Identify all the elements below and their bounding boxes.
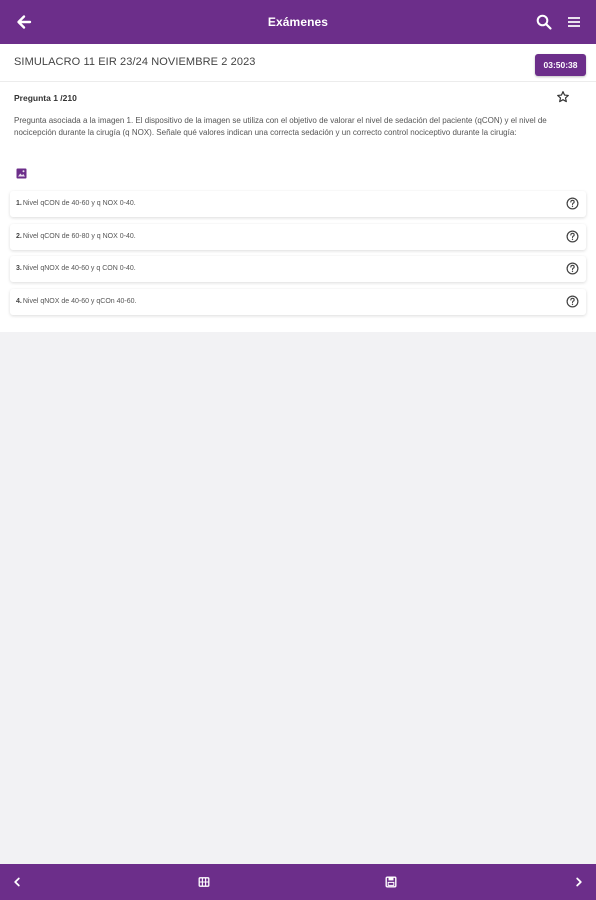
- answer-option-2[interactable]: 2.Nivel qCON de 60-80 y q NOX 0-40.: [10, 224, 586, 250]
- answer-option-4[interactable]: 4.Nivel qNOX de 40-60 y qCOn 40-60.: [10, 289, 586, 315]
- help-circle-icon[interactable]: [566, 197, 579, 210]
- list-icon[interactable]: [566, 14, 582, 30]
- exam-header: SIMULACRO 11 EIR 23/24 NOVIEMBRE 2 2023 …: [0, 44, 596, 82]
- screen-title: Exámenes: [267, 15, 329, 29]
- question-text: Pregunta asociada a la imagen 1. El disp…: [14, 116, 547, 138]
- question-panel: SIMULACRO 11 EIR 23/24 NOVIEMBRE 2 2023 …: [0, 44, 596, 332]
- answer-option-1[interactable]: 1.Nivel qCON de 40-60 y q NOX 0-40.: [10, 191, 586, 217]
- answer-label: 2.Nivel qCON de 60-80 y q NOX 0-40.: [16, 232, 136, 240]
- help-circle-icon[interactable]: [566, 295, 579, 308]
- arrow-left-icon[interactable]: [14, 12, 34, 32]
- question-number: Pregunta 1 /210: [14, 93, 77, 103]
- chevron-left-icon[interactable]: [10, 875, 24, 889]
- answer-option-3[interactable]: 3.Nivel qNOX de 40-60 y q CON 0-40.: [10, 256, 586, 282]
- answer-label: 3.Nivel qNOX de 40-60 y q CON 0-40.: [16, 264, 136, 272]
- chevron-right-icon[interactable]: [572, 875, 586, 889]
- help-circle-icon[interactable]: [566, 262, 579, 275]
- image-icon[interactable]: [16, 168, 27, 179]
- timer-badge: 03:50:38: [535, 54, 586, 76]
- star-outline-icon[interactable]: [556, 90, 570, 104]
- top-app-bar: Exámenes: [0, 0, 596, 44]
- search-icon[interactable]: [535, 13, 553, 31]
- bottom-nav-bar: [0, 864, 596, 900]
- help-circle-icon[interactable]: [566, 230, 579, 243]
- answer-label: 1.Nivel qCON de 40-60 y q NOX 0-40.: [16, 199, 136, 207]
- grid-icon[interactable]: [197, 875, 211, 889]
- exam-screen: Exámenes SIMULACRO 11 EIR 23/24 NOVIEMBR…: [0, 0, 596, 900]
- exam-title: SIMULACRO 11 EIR 23/24 NOVIEMBRE 2 2023: [14, 56, 256, 68]
- answer-label: 4.Nivel qNOX de 40-60 y qCOn 40-60.: [16, 297, 137, 305]
- save-exam-icon[interactable]: [384, 875, 398, 889]
